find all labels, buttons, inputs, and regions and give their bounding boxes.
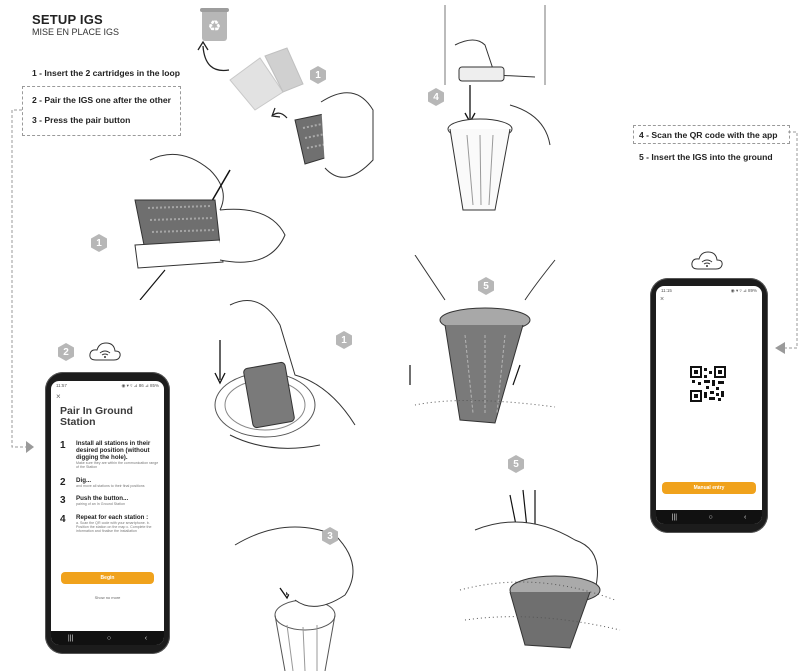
home-button[interactable]: ○ (107, 635, 111, 642)
back-button[interactable]: ‹ (744, 514, 746, 521)
pair-step-number: 2 (60, 476, 66, 488)
pair-step-number: 1 (60, 440, 66, 451)
pair-step-title: Dig... (76, 476, 92, 484)
status-time: 11:57 (56, 383, 67, 388)
status-icons: ◉ ▾ ▿ ⊿ 89% (730, 288, 757, 293)
pair-step: 2 Dig... and move all stations to their … (60, 477, 159, 488)
phone-left-screen: 11:57 ◉ ▾ ▿ ⊿ 86 ⊿ 85% × Pair In Ground … (51, 381, 164, 645)
pair-title: Pair In Ground Station (60, 405, 133, 428)
pair-step-title: Install all stations in their desired po… (76, 440, 151, 461)
wifi-cloud-icon (89, 342, 121, 361)
arrow-icon (26, 441, 34, 453)
station-ground-illustration-2 (459, 489, 621, 649)
station-loop-illustration (214, 300, 356, 449)
recents-button[interactable]: ||| (68, 635, 73, 642)
pair-step-desc: pairing of an In Ground Station (76, 502, 125, 507)
back-button[interactable]: ‹ (145, 635, 147, 642)
pair-step: 4 Repeat for each station : a. Scan the … (60, 514, 159, 534)
close-icon[interactable]: × (56, 392, 61, 401)
status-bar: 11:57 ◉ ▾ ▿ ⊿ 86 ⊿ 85% (51, 381, 164, 391)
status-time: 11:15 (661, 288, 672, 293)
pair-step-desc: Make sure they are within the communicat… (76, 461, 159, 470)
manual-entry-button[interactable]: Manual entry (662, 482, 756, 494)
pair-step-desc: a. Scan the QR code with your smartphone… (76, 520, 152, 534)
arrow-icon (775, 342, 785, 354)
phone-left: 11:57 ◉ ▾ ▿ ⊿ 86 ⊿ 85% × Pair In Ground … (45, 372, 170, 654)
recents-button[interactable]: ||| (672, 514, 677, 521)
status-icons: ◉ ▾ ▿ ⊿ 86 ⊿ 85% (121, 383, 160, 388)
phone-right: 11:15 ◉ ▾ ▿ ⊿ 89% × Manual entry ||| ○ ‹ (650, 278, 768, 533)
pair-step-title: Push the button... (76, 495, 129, 503)
press-button-illustration (234, 526, 354, 671)
person-station-illustration (444, 5, 551, 211)
phone-right-screen: 11:15 ◉ ▾ ▿ ⊿ 89% × Manual entry ||| ○ ‹ (656, 286, 762, 524)
qr-code-icon (690, 366, 726, 402)
pair-step-list: 1 Install all stations in their desired … (60, 433, 159, 534)
close-icon[interactable]: × (660, 296, 664, 303)
pair-step-number: 3 (60, 495, 66, 507)
android-nav-bar: ||| ○ ‹ (656, 510, 762, 524)
status-bar: 11:15 ◉ ▾ ▿ ⊿ 89% (656, 286, 762, 296)
hands-cartridge-illustration (134, 153, 286, 300)
pair-step-desc: and move all stations to their final pos… (76, 483, 145, 488)
pair-step: 3 Push the button... pairing of an In Gr… (60, 495, 159, 506)
show-no-more-link[interactable]: Show no more (51, 595, 164, 600)
home-button[interactable]: ○ (708, 514, 712, 521)
begin-button[interactable]: Begin (61, 572, 154, 584)
android-nav-bar: ||| ○ ‹ (51, 631, 164, 645)
pair-step-title: Repeat for each station : (76, 513, 149, 521)
pair-step-number: 4 (60, 513, 66, 525)
pair-step: 1 Install all stations in their desired … (60, 440, 159, 470)
recycle-bin-icon: ♻ (200, 8, 229, 41)
wifi-cloud-icon (691, 251, 723, 270)
